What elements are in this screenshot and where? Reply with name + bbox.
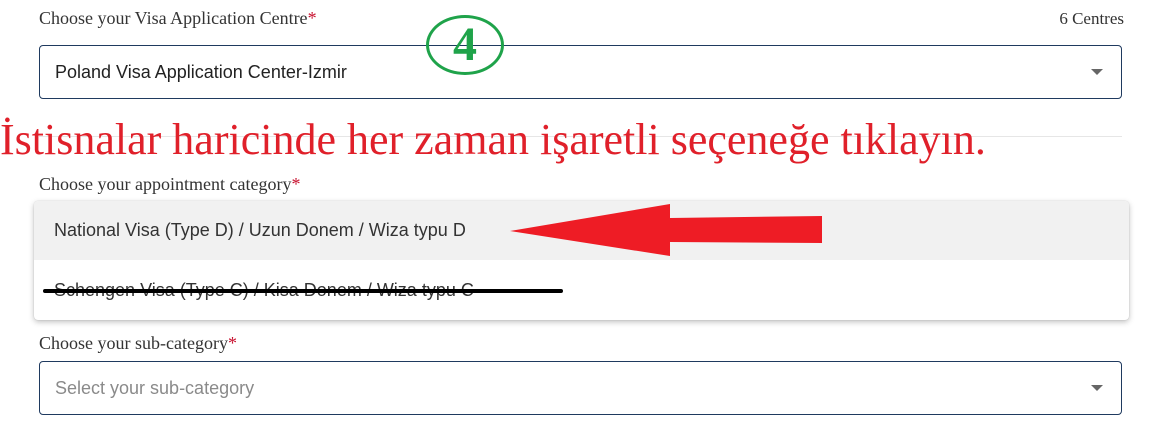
visa-centre-label-text: Choose your Visa Application Centre [39,8,308,28]
step-number-badge: 4 [426,15,504,75]
appointment-category-label-text: Choose your appointment category [39,174,292,194]
sub-category-label: Choose your sub-category* [39,333,237,354]
sub-category-select[interactable]: Select your sub-category [39,361,1122,415]
sub-category-label-text: Choose your sub-category [39,333,228,353]
visa-centre-label: Choose your Visa Application Centre* [39,8,317,29]
visa-centre-select[interactable]: Poland Visa Application Center-Izmir [39,45,1122,99]
appointment-category-label: Choose your appointment category* [39,174,300,195]
strikethrough-mark [43,289,563,293]
required-asterisk: * [307,8,317,28]
instruction-annotation: İstisnalar haricinde her zaman işaretli … [0,115,986,164]
sub-category-placeholder: Select your sub-category [55,378,255,398]
centre-count: 6 Centres [1059,9,1124,28]
chevron-down-icon [1091,69,1103,75]
required-asterisk: * [227,333,237,353]
chevron-down-icon [1091,385,1103,391]
red-arrow-icon [510,204,822,256]
required-asterisk: * [291,174,301,194]
visa-centre-selected-value: Poland Visa Application Center-Izmir [55,62,347,82]
